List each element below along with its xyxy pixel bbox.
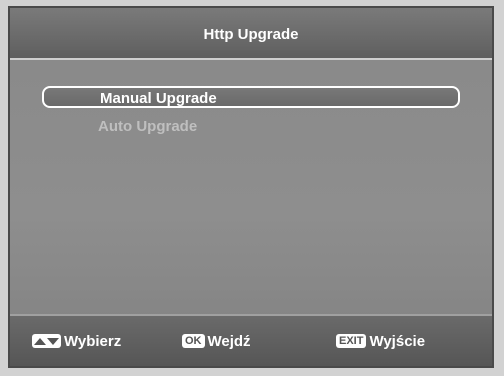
menu-area: Manual Upgrade Auto Upgrade <box>10 60 492 318</box>
hint-ok: OK Wejdź <box>182 332 251 350</box>
menu-item-manual-upgrade[interactable]: Manual Upgrade <box>42 86 460 108</box>
hint-exit-label: Wyjście <box>369 332 426 350</box>
hint-exit: EXIT Wyjście <box>336 332 425 350</box>
exit-key-icon: EXIT <box>336 334 367 348</box>
hint-select-label: Wybierz <box>64 332 122 350</box>
title-bar: Http Upgrade <box>10 8 492 60</box>
upgrade-dialog: Http Upgrade Manual Upgrade Auto Upgrade… <box>8 6 494 368</box>
footer-hints: Wybierz OK Wejdź EXIT Wyjście <box>10 314 492 366</box>
menu-item-auto-upgrade[interactable]: Auto Upgrade <box>42 116 460 138</box>
hint-select: Wybierz <box>32 332 121 350</box>
dialog-title: Http Upgrade <box>203 26 299 43</box>
up-down-arrows-icon <box>32 334 61 348</box>
ok-key-icon: OK <box>182 334 205 348</box>
hint-ok-label: Wejdź <box>207 332 251 350</box>
